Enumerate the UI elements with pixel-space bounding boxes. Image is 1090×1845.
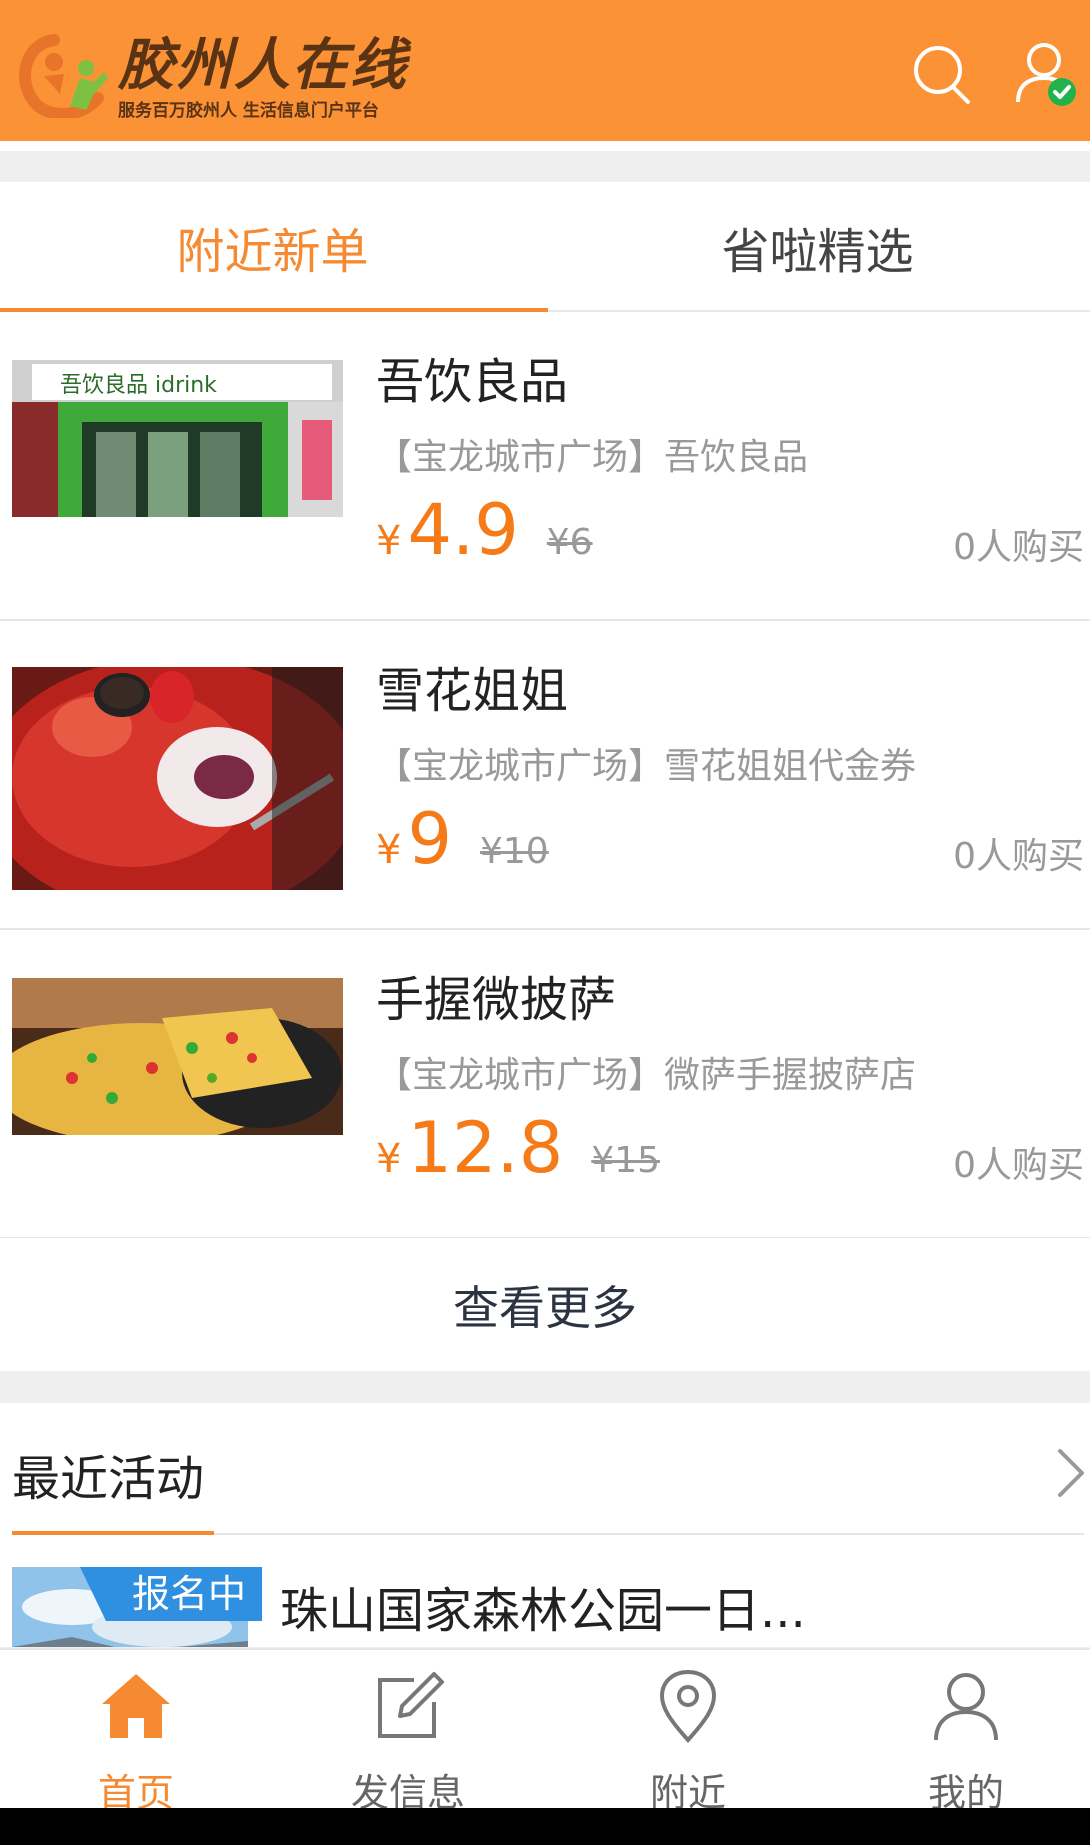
deal-title: 吾饮良品	[376, 354, 569, 410]
system-bar	[0, 1808, 1090, 1845]
nav-home[interactable]: 首页	[0, 1650, 272, 1815]
deal-price-row: ¥ 12.8 ¥15	[376, 1108, 660, 1188]
chevron-right-icon[interactable]	[1050, 1445, 1090, 1501]
view-more-button[interactable]: 查看更多	[0, 1238, 1090, 1371]
tab-nearby-new[interactable]: 附近新单	[0, 182, 545, 312]
deal-price: 12.8	[407, 1107, 564, 1189]
section-title-underline	[12, 1531, 214, 1535]
status-badge: 报名中	[80, 1567, 263, 1621]
deal-subtitle: 【宝龙城市广场】吾饮良品	[376, 437, 809, 478]
deal-item[interactable]: 雪花姐姐 【宝龙城市广场】雪花姐姐代金券 ¥ 9 ¥10 0人购买	[0, 621, 1090, 930]
recent-activity-section: 最近活动 报名中 珠山国家森林公园一日...	[0, 1403, 1090, 1647]
activity-header[interactable]: 最近活动	[12, 1403, 1084, 1535]
deal-price: 9	[407, 798, 452, 880]
currency-symbol: ¥	[376, 1136, 402, 1182]
currency-symbol: ¥	[376, 518, 402, 564]
bottom-navigation: 首页 发信息 附近 我的	[0, 1648, 1090, 1815]
home-icon	[102, 1674, 170, 1738]
activity-title: 珠山国家森林公园一日...	[280, 1583, 806, 1639]
original-price: ¥6	[546, 522, 593, 563]
edit-icon	[378, 1672, 444, 1738]
site-logo[interactable]: 胶州人在线 服务百万胶州人 生活信息门户平台	[14, 28, 414, 123]
deal-list: 吾饮良品 idrink 吾饮良品 【宝龙城市广场】吾饮良品 ¥ 4.9 ¥6 0…	[0, 312, 1090, 1239]
deal-image-drink-shop: 吾饮良品 idrink	[12, 360, 343, 517]
currency-symbol: ¥	[376, 827, 402, 873]
activity-item[interactable]: 报名中 珠山国家森林公园一日...	[12, 1567, 1084, 1647]
deal-price: 4.9	[407, 489, 519, 571]
bought-count: 0人购买	[953, 527, 1084, 568]
original-price: ¥15	[591, 1140, 661, 1181]
deal-title: 手握微披萨	[376, 972, 617, 1028]
deal-item[interactable]: 手握微披萨 【宝龙城市广场】微萨手握披萨店 ¥ 12.8 ¥15 0人购买	[0, 930, 1090, 1239]
deal-price-row: ¥ 4.9 ¥6	[376, 490, 593, 570]
nav-mine[interactable]: 我的	[830, 1650, 1090, 1815]
search-icon[interactable]	[910, 40, 974, 108]
nav-nearby[interactable]: 附近	[552, 1650, 824, 1815]
person-icon	[934, 1673, 998, 1741]
logo-title: 胶州人在线	[118, 33, 408, 98]
deal-title: 雪花姐姐	[376, 663, 569, 719]
deal-item[interactable]: 吾饮良品 idrink 吾饮良品 【宝龙城市广场】吾饮良品 ¥ 4.9 ¥6 0…	[0, 312, 1090, 621]
nav-post[interactable]: 发信息	[272, 1650, 544, 1815]
bought-count: 0人购买	[953, 1145, 1084, 1186]
deal-price-row: ¥ 9 ¥10	[376, 799, 549, 879]
shop-sign-text: 吾饮良品 idrink	[60, 373, 217, 398]
deal-image-dessert	[12, 667, 343, 890]
tab-selected[interactable]: 省啦精选	[545, 182, 1090, 312]
logo-subtitle: 服务百万胶州人 生活信息门户平台	[118, 101, 379, 121]
location-pin-icon	[659, 1669, 717, 1743]
original-price: ¥10	[480, 831, 549, 872]
user-verified-icon[interactable]	[1014, 40, 1078, 108]
logo-mark-icon	[19, 34, 108, 118]
deal-subtitle: 【宝龙城市广场】微萨手握披萨店	[376, 1055, 917, 1096]
deal-tabs: 附近新单 省啦精选	[0, 182, 1090, 312]
deal-image-pizza	[12, 978, 343, 1135]
bought-count: 0人购买	[953, 836, 1084, 877]
header-divider	[0, 141, 1090, 151]
section-title: 最近活动	[12, 1451, 205, 1507]
deal-subtitle: 【宝龙城市广场】雪花姐姐代金券	[376, 746, 917, 787]
app-header: 胶州人在线 服务百万胶州人 生活信息门户平台	[0, 0, 1090, 141]
